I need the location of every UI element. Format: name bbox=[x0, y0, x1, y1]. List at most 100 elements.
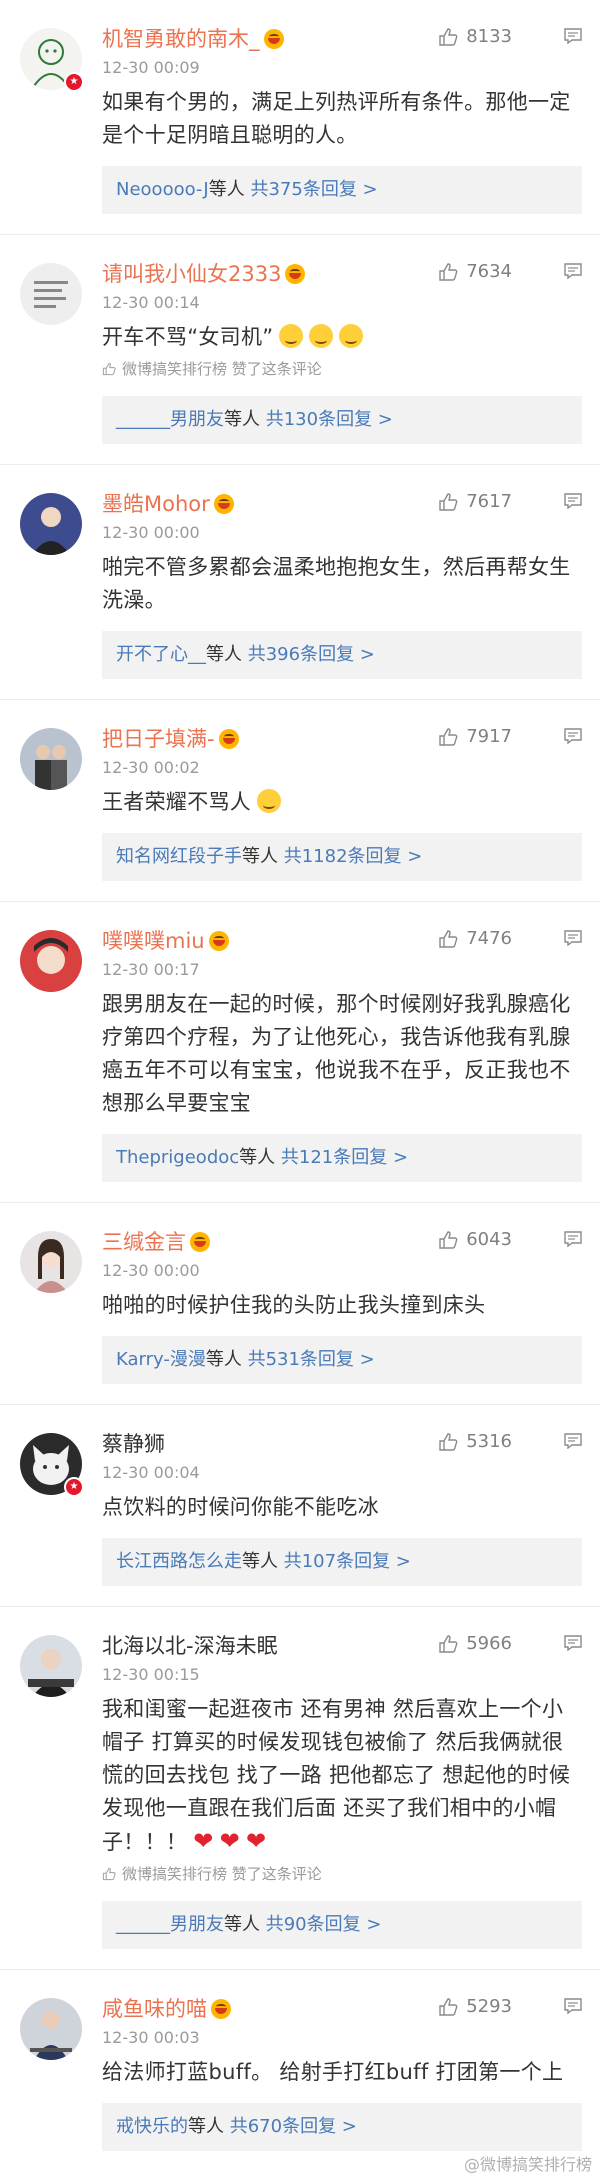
vip-emoji-icon bbox=[218, 729, 239, 749]
like-button[interactable]: 6043 bbox=[438, 1229, 512, 1250]
avatar[interactable] bbox=[20, 263, 82, 325]
replies-summary[interactable]: 知名网红段子手等人 共1182条回复 > bbox=[102, 833, 582, 881]
comment-time: 12-30 00:09 bbox=[102, 58, 200, 77]
reply-user-link[interactable]: Neooooo-J bbox=[116, 179, 209, 200]
vip-emoji-icon bbox=[208, 931, 229, 951]
avatar[interactable] bbox=[20, 1635, 82, 1697]
like-button[interactable]: 5316 bbox=[438, 1431, 512, 1452]
reply-count-link[interactable]: 共130条回复 > bbox=[266, 409, 393, 430]
comment-bubble-icon[interactable] bbox=[564, 1635, 582, 1651]
thumbs-up-icon bbox=[439, 1634, 458, 1653]
like-count: 7617 bbox=[466, 491, 512, 512]
vip-emoji-icon bbox=[213, 494, 234, 514]
username[interactable]: 机智勇敢的南木_ bbox=[102, 23, 260, 53]
liked-by-text: 微博搞笑排行榜 赞了这条评论 bbox=[122, 360, 322, 378]
comment-text-body: 王者荣耀不骂人 bbox=[102, 790, 252, 814]
avatar[interactable] bbox=[20, 1998, 82, 2060]
vip-emoji-icon bbox=[190, 1232, 210, 1252]
comment-bubble-icon[interactable] bbox=[564, 28, 582, 44]
like-button[interactable]: 7634 bbox=[438, 261, 512, 282]
reply-user-link[interactable]: Theprigeodoc bbox=[116, 1147, 239, 1168]
reply-mid-text: 等人 bbox=[206, 644, 248, 665]
replies-summary[interactable]: Theprigeodoc等人 共121条回复 > bbox=[102, 1134, 582, 1182]
vip-emoji-icon bbox=[263, 29, 284, 49]
like-button[interactable]: 7917 bbox=[438, 726, 512, 747]
like-count: 6043 bbox=[466, 1229, 512, 1250]
comment-item: 咸鱼味的喵 5293 12-30 00:03 给法师打蓝buff。 给射手打红b… bbox=[0, 1970, 600, 2151]
thumbs-up-small-icon bbox=[102, 1867, 116, 1881]
heart-icon: ❤ bbox=[246, 1827, 267, 1855]
username[interactable]: 咸鱼味的喵 bbox=[102, 1993, 207, 2023]
username[interactable]: 请叫我小仙女2333 bbox=[102, 258, 281, 288]
comment-text-body: 我和闺蜜一起逛夜市 还有男神 然后喜欢上一个小帽子 打算买的时候发现钱包被偷了 … bbox=[102, 1697, 571, 1854]
reply-mid-text: 等人 bbox=[242, 1551, 284, 1572]
reply-mid-text: 等人 bbox=[188, 2116, 230, 2137]
like-count: 8133 bbox=[466, 26, 512, 47]
username[interactable]: 北海以北-深海未眠 bbox=[102, 1630, 278, 1660]
reply-count-link[interactable]: 共107条回复 > bbox=[284, 1551, 411, 1572]
replies-summary[interactable]: 戒快乐的等人 共670条回复 > bbox=[102, 2103, 582, 2151]
avatar[interactable] bbox=[20, 728, 82, 790]
avatar[interactable] bbox=[20, 930, 82, 992]
comment-bubble-icon[interactable] bbox=[564, 493, 582, 509]
comment-item: 把日子填满- 7917 12-30 00:02 王者荣耀不骂人 知名网红段子手等… bbox=[0, 700, 600, 902]
reply-user-link[interactable]: 开不了心__ bbox=[116, 644, 206, 665]
like-count: 5316 bbox=[466, 1431, 512, 1452]
reply-user-link[interactable]: 知名网红段子手 bbox=[116, 846, 242, 867]
reply-count-link[interactable]: 共121条回复 > bbox=[281, 1147, 408, 1168]
replies-summary[interactable]: 开不了心__等人 共396条回复 > bbox=[102, 631, 582, 679]
comment-bubble-icon[interactable] bbox=[564, 1231, 582, 1247]
replies-summary[interactable]: 长江西路怎么走等人 共107条回复 > bbox=[102, 1538, 582, 1586]
like-button[interactable]: 5966 bbox=[438, 1633, 512, 1654]
replies-summary[interactable]: Karry-漫漫等人 共531条回复 > bbox=[102, 1336, 582, 1384]
comment-text: 啪完不管多累都会温柔地抱抱女生，然后再帮女生洗澡。 bbox=[102, 555, 571, 612]
thumbs-up-icon bbox=[439, 1997, 458, 2016]
comment-time: 12-30 00:00 bbox=[102, 1261, 200, 1280]
comment-bubble-icon[interactable] bbox=[564, 1998, 582, 2014]
comment-time: 12-30 00:03 bbox=[102, 2028, 200, 2047]
reply-user-link[interactable]: ______男朋友 bbox=[116, 1914, 224, 1935]
reply-user-link[interactable]: ______男朋友 bbox=[116, 409, 224, 430]
reply-user-link[interactable]: 长江西路怎么走 bbox=[116, 1551, 242, 1572]
verified-badge-icon: ★ bbox=[64, 1477, 84, 1497]
like-button[interactable]: 7617 bbox=[438, 491, 512, 512]
reply-count-link[interactable]: 共90条回复 > bbox=[266, 1914, 382, 1935]
avatar[interactable] bbox=[20, 493, 82, 555]
reply-count-link[interactable]: 共670条回复 > bbox=[230, 2116, 357, 2137]
replies-summary[interactable]: Neooooo-J等人 共375条回复 > bbox=[102, 166, 582, 214]
reply-user-link[interactable]: 戒快乐的 bbox=[116, 2116, 188, 2137]
username[interactable]: 蔡静狮 bbox=[102, 1428, 165, 1458]
comment-text: 啪啪的时候护住我的头防止我头撞到床头 bbox=[102, 1293, 486, 1317]
comment-text-body: 开车不骂“女司机” bbox=[102, 325, 274, 349]
username[interactable]: 把日子填满- bbox=[102, 723, 215, 753]
heart-icon: ❤ bbox=[193, 1827, 214, 1855]
reply-count-link[interactable]: 共531条回复 > bbox=[248, 1349, 375, 1370]
verified-badge-icon: ★ bbox=[64, 72, 84, 92]
comment-bubble-icon[interactable] bbox=[564, 1433, 582, 1449]
reply-count-link[interactable]: 共1182条回复 > bbox=[284, 846, 423, 867]
replies-summary[interactable]: ______男朋友等人 共130条回复 > bbox=[102, 396, 582, 444]
username[interactable]: 三缄金言 bbox=[102, 1226, 186, 1256]
heart-icon: ❤ bbox=[219, 1827, 241, 1855]
username[interactable]: 噗噗噗miu bbox=[102, 925, 205, 955]
vip-emoji-icon bbox=[211, 1999, 231, 2019]
comment-bubble-icon[interactable] bbox=[564, 930, 582, 946]
like-button[interactable]: 7476 bbox=[438, 928, 512, 949]
comment-bubble-icon[interactable] bbox=[564, 263, 582, 279]
comment-text: 如果有个男的，满足上列热评所有条件。那他一定是个十足阴暗且聪明的人。 bbox=[102, 90, 571, 147]
like-button[interactable]: 8133 bbox=[438, 26, 512, 47]
comment-item: ★ 蔡静狮 5316 12-30 00:04 点饮料的时候问你能不能吃冰 长江西… bbox=[0, 1405, 600, 1607]
reply-user-link[interactable]: Karry-漫漫 bbox=[116, 1349, 206, 1370]
replies-summary[interactable]: ______男朋友等人 共90条回复 > bbox=[102, 1901, 582, 1949]
comment-bubble-icon[interactable] bbox=[564, 728, 582, 744]
like-button[interactable]: 5293 bbox=[438, 1996, 512, 2017]
username[interactable]: 墨皓Mohor bbox=[102, 488, 210, 518]
avatar[interactable] bbox=[20, 1231, 82, 1293]
watermark: @微博搞笑排行榜 bbox=[463, 2155, 592, 2174]
reply-mid-text: 等人 bbox=[224, 1914, 266, 1935]
reply-count-link[interactable]: 共375条回复 > bbox=[250, 179, 377, 200]
reply-count-link[interactable]: 共396条回复 > bbox=[248, 644, 375, 665]
comment-text: 开车不骂“女司机” bbox=[102, 321, 582, 354]
comment-time: 12-30 00:00 bbox=[102, 523, 200, 542]
comment-item: 噗噗噗miu 7476 12-30 00:17 跟男朋友在一起的时候，那个时候刚… bbox=[0, 902, 600, 1203]
